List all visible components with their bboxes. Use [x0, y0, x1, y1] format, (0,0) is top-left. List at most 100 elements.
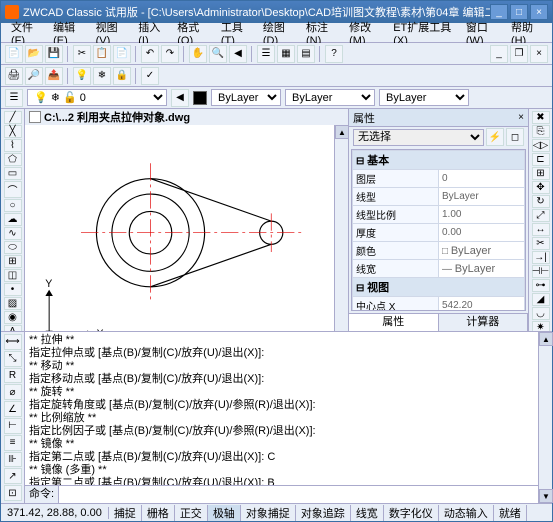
status-数字化仪[interactable]: 数字化仪: [384, 505, 439, 521]
offset-tool[interactable]: ⊏: [532, 153, 550, 166]
angular-dim-tool[interactable]: ∠: [4, 401, 22, 417]
help-button[interactable]: ?: [325, 45, 343, 63]
light-button[interactable]: 💡: [73, 67, 91, 85]
ellipse-tool[interactable]: ⬭: [4, 241, 22, 254]
copy-tool[interactable]: ⎘: [532, 125, 550, 138]
rectangle-tool[interactable]: ▭: [4, 167, 22, 180]
region-tool[interactable]: ◉: [4, 311, 22, 324]
line-tool[interactable]: ╱: [4, 111, 22, 124]
doc-minimize-button[interactable]: _: [490, 45, 508, 63]
insert-tool[interactable]: ⊞: [4, 255, 22, 268]
join-tool[interactable]: ⊶: [532, 279, 550, 292]
paste-button[interactable]: 📄: [113, 45, 131, 63]
array-tool[interactable]: ⊞: [532, 167, 550, 180]
coordinates-display[interactable]: 371.42, 28.88, 0.00: [1, 507, 109, 519]
continue-dim-tool[interactable]: ⊪: [4, 452, 22, 468]
redo-button[interactable]: ↷: [161, 45, 179, 63]
lock-button[interactable]: 🔒: [113, 67, 131, 85]
document-tab[interactable]: C:\...2 利用夹点拉伸对象.dwg: [25, 109, 348, 125]
print-button[interactable]: 🖨: [5, 67, 23, 85]
undo-button[interactable]: ↶: [141, 45, 159, 63]
spline-tool[interactable]: ∿: [4, 227, 22, 240]
status-线宽[interactable]: 线宽: [351, 505, 384, 521]
chamfer-tool[interactable]: ◢: [532, 293, 550, 306]
arc-tool[interactable]: ⌒: [4, 181, 22, 198]
circle-tool[interactable]: ○: [4, 199, 22, 212]
properties-grid[interactable]: ⊟ 基本 图层0 线型ByLayer 线型比例1.00 厚度0.00 颜色□ B…: [351, 149, 526, 311]
selection-filter-select[interactable]: 无选择: [353, 129, 484, 146]
status-极轴[interactable]: 极轴: [208, 505, 241, 521]
revcloud-tool[interactable]: ☁: [4, 213, 22, 226]
linear-dim-tool[interactable]: ⟷: [4, 334, 22, 350]
tolerance-tool[interactable]: ⊡: [4, 485, 22, 501]
point-tool[interactable]: •: [4, 283, 22, 296]
tool-palettes-button[interactable]: ▤: [297, 45, 315, 63]
command-input[interactable]: [59, 489, 538, 501]
properties-button[interactable]: ☰: [257, 45, 275, 63]
layer-props-button[interactable]: ☰: [5, 89, 23, 107]
color-swatch[interactable]: [193, 91, 207, 105]
open-button[interactable]: 📂: [25, 45, 43, 63]
xline-tool[interactable]: ╳: [4, 125, 22, 138]
block-tool[interactable]: ◫: [4, 269, 22, 282]
color-select[interactable]: ByLayer: [211, 89, 281, 106]
save-button[interactable]: 💾: [45, 45, 63, 63]
doc-restore-button[interactable]: ❐: [510, 45, 528, 63]
extend-tool[interactable]: →|: [532, 251, 550, 264]
design-center-button[interactable]: ▦: [277, 45, 295, 63]
erase-tool[interactable]: ✖: [532, 111, 550, 124]
fillet-tool[interactable]: ◡: [532, 307, 550, 320]
polygon-tool[interactable]: ⬠: [4, 153, 22, 166]
pan-button[interactable]: ✋: [189, 45, 207, 63]
rotate-tool[interactable]: ↻: [532, 195, 550, 208]
layer-prev-button[interactable]: ◀: [171, 89, 189, 107]
leader-tool[interactable]: ↗: [4, 468, 22, 484]
status-正交[interactable]: 正交: [175, 505, 208, 521]
explode-tool[interactable]: ✷: [532, 321, 550, 331]
zoom-prev-button[interactable]: ◀: [229, 45, 247, 63]
freeze-button[interactable]: ❄: [93, 67, 111, 85]
properties-close-button[interactable]: ×: [518, 112, 524, 123]
new-button[interactable]: 📄: [5, 45, 23, 63]
radius-dim-tool[interactable]: R: [4, 368, 22, 384]
select-objects-button[interactable]: ◻: [506, 128, 524, 146]
command-history[interactable]: ** 拉伸 **指定拉伸点或 [基点(B)/复制(C)/放弃(U)/退出(X)]…: [25, 332, 538, 485]
publish-button[interactable]: 📤: [45, 67, 63, 85]
cmd-scroll-down[interactable]: ▼: [539, 489, 553, 503]
properties-tab[interactable]: 属性: [349, 314, 439, 331]
status-动态输入[interactable]: 动态输入: [439, 505, 494, 521]
doc-close-button[interactable]: ×: [530, 45, 548, 63]
move-tool[interactable]: ✥: [532, 181, 550, 194]
calculator-tab[interactable]: 计算器: [439, 314, 529, 331]
status-对象追踪[interactable]: 对象追踪: [296, 505, 351, 521]
drawing-canvas[interactable]: X Y: [25, 125, 334, 331]
baseline-dim-tool[interactable]: ≡: [4, 435, 22, 451]
status-捕捉[interactable]: 捕捉: [109, 505, 142, 521]
zoom-button[interactable]: 🔍: [209, 45, 227, 63]
copy-button[interactable]: 📋: [93, 45, 111, 63]
cut-button[interactable]: ✂: [73, 45, 91, 63]
cmd-scroll-up[interactable]: ▲: [539, 332, 553, 346]
match-button[interactable]: ✓: [141, 67, 159, 85]
status-就绪[interactable]: 就绪: [494, 505, 527, 521]
scroll-up-button[interactable]: ▲: [335, 125, 349, 139]
canvas-scrollbar-vertical[interactable]: ▲ ▼: [334, 125, 348, 331]
stretch-tool[interactable]: ↔: [532, 223, 550, 236]
mirror-tool[interactable]: ◁▷: [532, 139, 550, 152]
preview-button[interactable]: 🔎: [25, 67, 43, 85]
command-scrollbar[interactable]: ▲ ▼: [538, 332, 552, 503]
hatch-tool[interactable]: ▨: [4, 297, 22, 310]
lineweight-select[interactable]: ByLayer: [379, 89, 469, 106]
status-栅格[interactable]: 栅格: [142, 505, 175, 521]
quick-select-button[interactable]: ⚡: [486, 128, 504, 146]
aligned-dim-tool[interactable]: ⤡: [4, 351, 22, 367]
ordinate-dim-tool[interactable]: ⊢: [4, 418, 22, 434]
diameter-dim-tool[interactable]: ⌀: [4, 384, 22, 400]
trim-tool[interactable]: ✂: [532, 237, 550, 250]
polyline-tool[interactable]: ⌇: [4, 139, 22, 152]
break-tool[interactable]: ⊣⊢: [532, 265, 550, 278]
text-tool[interactable]: A: [4, 325, 22, 331]
linetype-select[interactable]: ByLayer: [285, 89, 375, 106]
status-对象捕捉[interactable]: 对象捕捉: [241, 505, 296, 521]
layer-select[interactable]: 💡 ❄ 🔓 0: [27, 89, 167, 106]
